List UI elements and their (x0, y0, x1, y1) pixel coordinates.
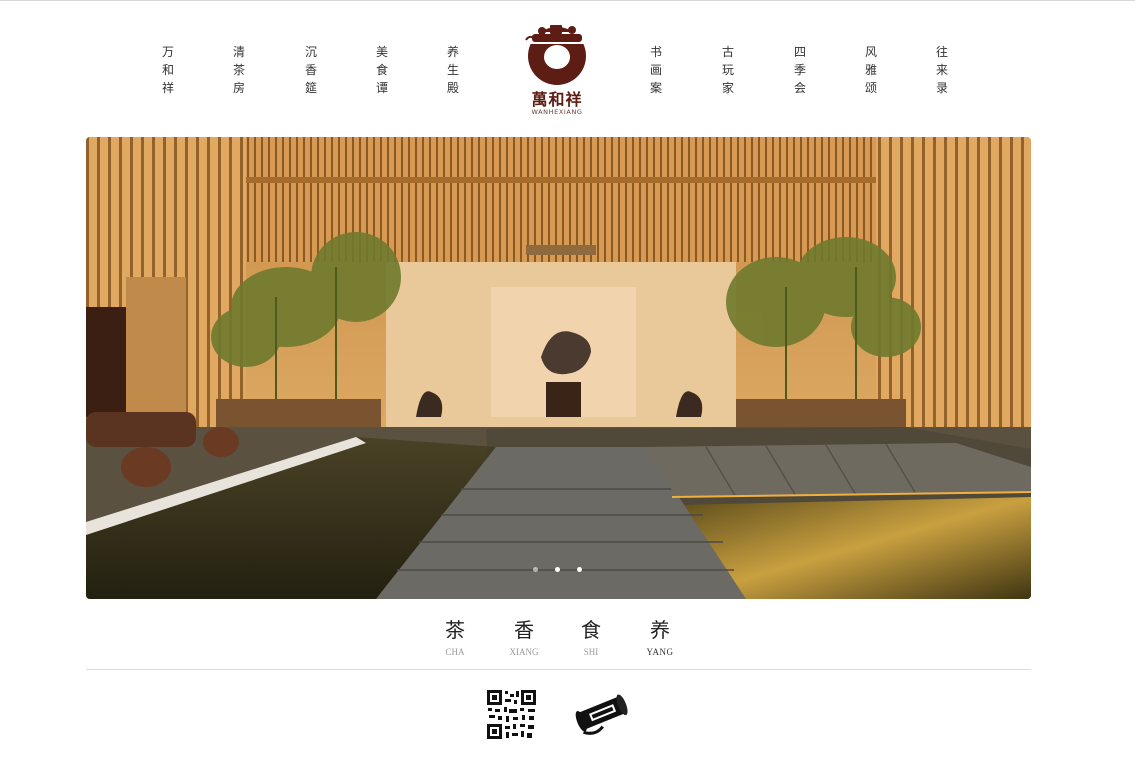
nav-item-shuhuaan[interactable]: 书画案 (646, 43, 666, 97)
weibo-scroll-icon[interactable] (574, 692, 630, 736)
nav-item-sijihui[interactable]: 四季会 (790, 43, 810, 97)
nav-item-wanhexiang[interactable]: 万和祥 (158, 43, 178, 97)
nav-item-wanglailu[interactable]: 往来录 (932, 43, 952, 97)
logo-bowl-icon (525, 25, 586, 85)
nav-item-qingchafang[interactable]: 清茶房 (229, 43, 249, 97)
carousel-dot-2[interactable] (555, 567, 560, 572)
nav-item-meishitan[interactable]: 美食谭 (372, 43, 392, 97)
nav-item-guwanjia[interactable]: 古玩家 (718, 43, 738, 97)
nav-item-chenxiangyan[interactable]: 沉香筵 (301, 43, 321, 97)
nav-item-fengyasong[interactable]: 风雅颂 (861, 43, 881, 97)
logo-english-name: WANHEXIANG (531, 108, 583, 116)
hero-carousel-image[interactable] (86, 137, 1031, 599)
carousel-dot-3[interactable] (577, 567, 582, 572)
category-shi[interactable]: 食 SHI (561, 617, 621, 659)
brand-logo[interactable]: 萬和祥 WANHEXIANG (520, 22, 594, 118)
category-xiang[interactable]: 香 XIANG (494, 617, 554, 659)
logo-chinese-name: 萬和祥 (531, 90, 583, 109)
category-cha[interactable]: 茶 CHA (425, 617, 485, 659)
carousel-dot-1[interactable] (533, 567, 538, 572)
courtyard-photo (86, 137, 1031, 599)
footer-divider (86, 669, 1031, 670)
nav-item-yangshengdian[interactable]: 养生殿 (443, 43, 463, 97)
category-yang[interactable]: 养 YANG (630, 617, 690, 659)
qr-code-icon[interactable] (486, 689, 537, 740)
top-border (0, 0, 1135, 1)
